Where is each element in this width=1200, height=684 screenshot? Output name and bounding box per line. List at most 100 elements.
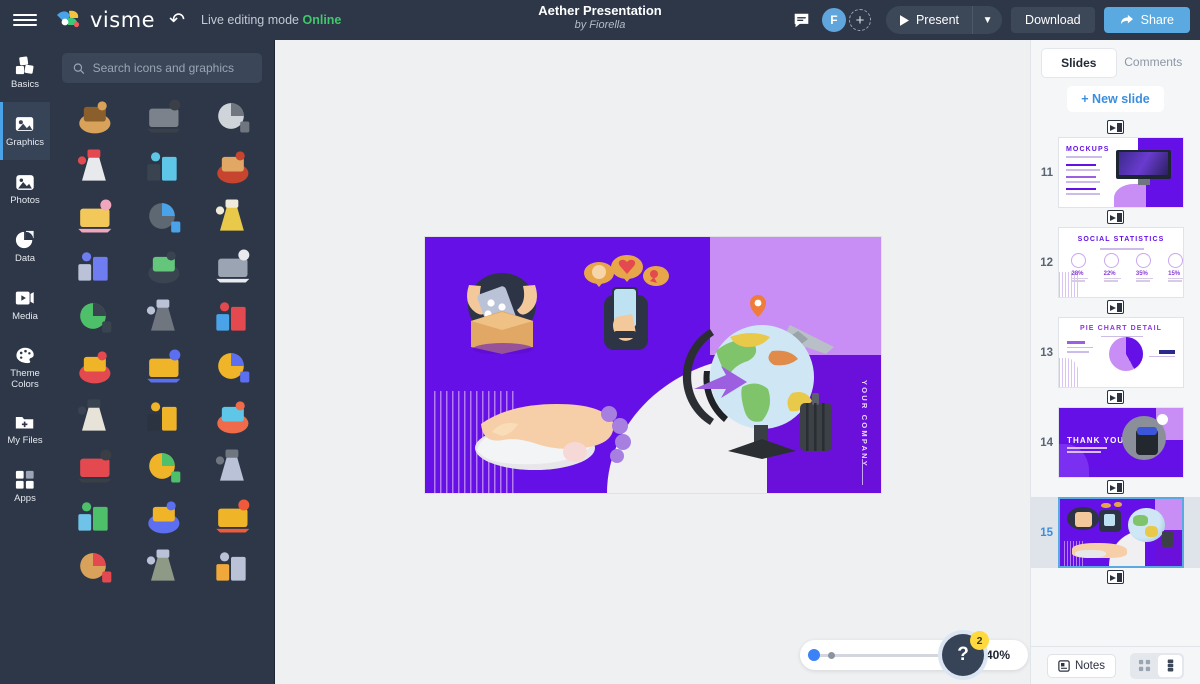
slide-thumbnail-row[interactable]: 15 bbox=[1031, 497, 1200, 568]
sidebar-item-graphics[interactable]: Graphics bbox=[0, 102, 50, 160]
present-button[interactable]: Present bbox=[886, 6, 972, 34]
live-editing-state: Online bbox=[302, 13, 342, 27]
insert-slide-icon[interactable] bbox=[1107, 390, 1124, 404]
graphic-thumbnail-laptop-icon[interactable] bbox=[127, 141, 196, 191]
graphic-thumbnail-sales-funnel-icon[interactable] bbox=[127, 341, 196, 391]
graphic-thumbnail-creative-commons-icon[interactable] bbox=[197, 441, 266, 491]
slide-thumbnail-row[interactable]: 13 PIE CHART DETAIL bbox=[1031, 317, 1200, 388]
hands-unboxing-phone-illustration[interactable] bbox=[447, 259, 557, 354]
list-view-icon[interactable] bbox=[1158, 654, 1183, 677]
graphic-thumbnail-keyboard-icon[interactable] bbox=[197, 91, 266, 141]
hamburger-menu-icon[interactable] bbox=[0, 0, 50, 40]
sidebar-item-media[interactable]: Media bbox=[0, 276, 50, 334]
slide-number: 12 bbox=[1040, 256, 1053, 269]
graphic-thumbnail-garden-bench-icon[interactable] bbox=[127, 541, 196, 591]
zoom-control: 40% bbox=[800, 640, 1029, 670]
ruler-icon bbox=[78, 101, 111, 134]
zoom-level-label: 40% bbox=[986, 648, 1011, 662]
sidebar-item-apps[interactable]: Apps bbox=[0, 458, 50, 516]
zoom-slider-handle[interactable] bbox=[808, 649, 820, 661]
search-input[interactable] bbox=[92, 61, 251, 75]
slide-thumbnail-12[interactable]: SOCIAL STATISTICS 28% 22% 35% 15% bbox=[1058, 227, 1184, 298]
new-slide-button[interactable]: + New slide bbox=[1067, 86, 1164, 112]
hand-on-mouse-illustration[interactable] bbox=[457, 392, 642, 477]
laptop-icon bbox=[147, 152, 177, 181]
globe-airplane-suitcase-illustration[interactable] bbox=[680, 285, 845, 465]
slide-thumbnail-row[interactable]: 12 SOCIAL STATISTICS 28% 22% 35% 15% bbox=[1031, 227, 1200, 298]
chevron-down-icon[interactable]: ▼ bbox=[972, 6, 1002, 34]
search-box[interactable] bbox=[62, 53, 262, 83]
help-badge: 2 bbox=[970, 631, 989, 650]
tab-slides[interactable]: Slides bbox=[1041, 48, 1117, 78]
pie-chart-icon bbox=[14, 229, 36, 251]
graphic-thumbnail-padlock-icon[interactable] bbox=[197, 541, 266, 591]
graphic-thumbnail-factory-crane-icon[interactable] bbox=[127, 191, 196, 241]
sidebar-item-label: Data bbox=[14, 253, 36, 265]
graphic-thumbnail-recording-studio-icon[interactable] bbox=[127, 241, 196, 291]
graphic-thumbnail-market-crates-icon[interactable] bbox=[58, 541, 127, 591]
slide-thumbnail-row[interactable]: 11 MOCKUPS bbox=[1031, 137, 1200, 208]
graphic-thumbnail-piggy-bank-icon[interactable] bbox=[58, 191, 127, 241]
graphic-thumbnail-review-stars-icon[interactable] bbox=[197, 341, 266, 391]
graphic-thumbnail-ruler-icon[interactable] bbox=[58, 91, 127, 141]
graphic-thumbnail-sale-market-stand-icon[interactable] bbox=[197, 141, 266, 191]
graphic-thumbnail-atom-microscope-icon[interactable] bbox=[58, 241, 127, 291]
tab-comments[interactable]: Comments bbox=[1117, 48, 1191, 78]
apps-grid-icon bbox=[15, 469, 35, 491]
atom-microscope-icon bbox=[77, 252, 108, 281]
comment-icon[interactable] bbox=[791, 9, 813, 31]
slide-thumbnail-15[interactable] bbox=[1058, 497, 1184, 568]
sidebar-item-label: Photos bbox=[10, 195, 40, 207]
help-button[interactable]: ? 2 bbox=[942, 631, 989, 676]
slide-canvas[interactable]: YOUR COMPANY 40% ? 2 bbox=[275, 40, 1030, 684]
slide-thumbnail-11[interactable]: MOCKUPS bbox=[1058, 137, 1184, 208]
slides-list[interactable]: 11 MOCKUPS 12 SOCIAL STATISTICS 28% 22% … bbox=[1031, 118, 1200, 646]
slides-panel-footer: Notes bbox=[1031, 646, 1200, 684]
graphic-thumbnail-data-dashboard-icon[interactable] bbox=[197, 291, 266, 341]
insert-slide-icon[interactable] bbox=[1107, 120, 1124, 134]
company-underline bbox=[861, 459, 863, 485]
insert-slide-icon[interactable] bbox=[1107, 300, 1124, 314]
grid-view-icon[interactable] bbox=[1132, 655, 1156, 677]
graphic-thumbnail-umbrella-coins-icon[interactable] bbox=[127, 391, 196, 441]
graphic-thumbnail-ladder-success-icon[interactable] bbox=[127, 491, 196, 541]
slide-thumbnail-row[interactable]: 14 THANK YOU bbox=[1031, 407, 1200, 478]
graphic-thumbnail-office-cabinets-icon[interactable] bbox=[127, 291, 196, 341]
sidebar-item-my-files[interactable]: My Files bbox=[0, 400, 50, 458]
graphic-thumbnail-3d-printer-icon[interactable] bbox=[58, 441, 127, 491]
add-person-icon[interactable]: + bbox=[848, 9, 871, 31]
sidebar-item-basics[interactable]: Basics bbox=[0, 44, 50, 102]
graphic-thumbnail-green-screen-icon[interactable] bbox=[58, 291, 127, 341]
sidebar-item-photos[interactable]: Photos bbox=[0, 160, 50, 218]
editor-body: Basics Graphics Photos Data Media Theme … bbox=[0, 40, 1200, 684]
slide-thumbnail-13[interactable]: PIE CHART DETAIL bbox=[1058, 317, 1184, 388]
hand-holding-phone-reactions-illustration[interactable] bbox=[572, 255, 672, 355]
graphic-thumbnail-chess-board-icon[interactable] bbox=[58, 391, 127, 441]
insert-slide-icon[interactable] bbox=[1107, 570, 1124, 584]
graphic-thumbnail-globe-travel-icon[interactable] bbox=[58, 491, 127, 541]
video-icon bbox=[14, 287, 36, 309]
download-button[interactable]: Download bbox=[1011, 7, 1095, 33]
insert-slide-icon[interactable] bbox=[1107, 480, 1124, 494]
slide-thumbnail-14[interactable]: THANK YOU bbox=[1058, 407, 1184, 478]
graphic-thumbnail-headphones-icon[interactable] bbox=[127, 91, 196, 141]
avatar[interactable]: F bbox=[821, 8, 846, 32]
undo-icon[interactable]: ↶ bbox=[169, 11, 185, 30]
graphic-thumbnail-growth-spiral-icon[interactable] bbox=[197, 391, 266, 441]
visme-logo-icon bbox=[56, 9, 82, 31]
graphic-thumbnail-first-aid-kit-icon[interactable] bbox=[58, 141, 127, 191]
graphic-thumbnail-percent-growth-icon[interactable] bbox=[197, 491, 266, 541]
percent-growth-icon bbox=[216, 499, 250, 533]
slide-editing-surface[interactable]: YOUR COMPANY bbox=[425, 237, 881, 493]
visme-editor-app: visme ↶ Live editing mode Online Aether … bbox=[0, 0, 1200, 684]
headphones-icon bbox=[147, 99, 181, 133]
sidebar-item-theme-colors[interactable]: Theme Colors bbox=[0, 334, 50, 400]
share-button[interactable]: Share bbox=[1103, 7, 1190, 33]
insert-slide-icon[interactable] bbox=[1107, 210, 1124, 224]
graphic-thumbnail-magnet-coins-icon[interactable] bbox=[58, 341, 127, 391]
notes-button[interactable]: Notes bbox=[1046, 653, 1117, 678]
sidebar-item-data[interactable]: Data bbox=[0, 218, 50, 276]
graphic-thumbnail-color-wheel-icon[interactable] bbox=[127, 441, 196, 491]
graphic-thumbnail-menorah-icon[interactable] bbox=[197, 191, 266, 241]
graphic-thumbnail-dentist-chair-icon[interactable] bbox=[197, 241, 266, 291]
